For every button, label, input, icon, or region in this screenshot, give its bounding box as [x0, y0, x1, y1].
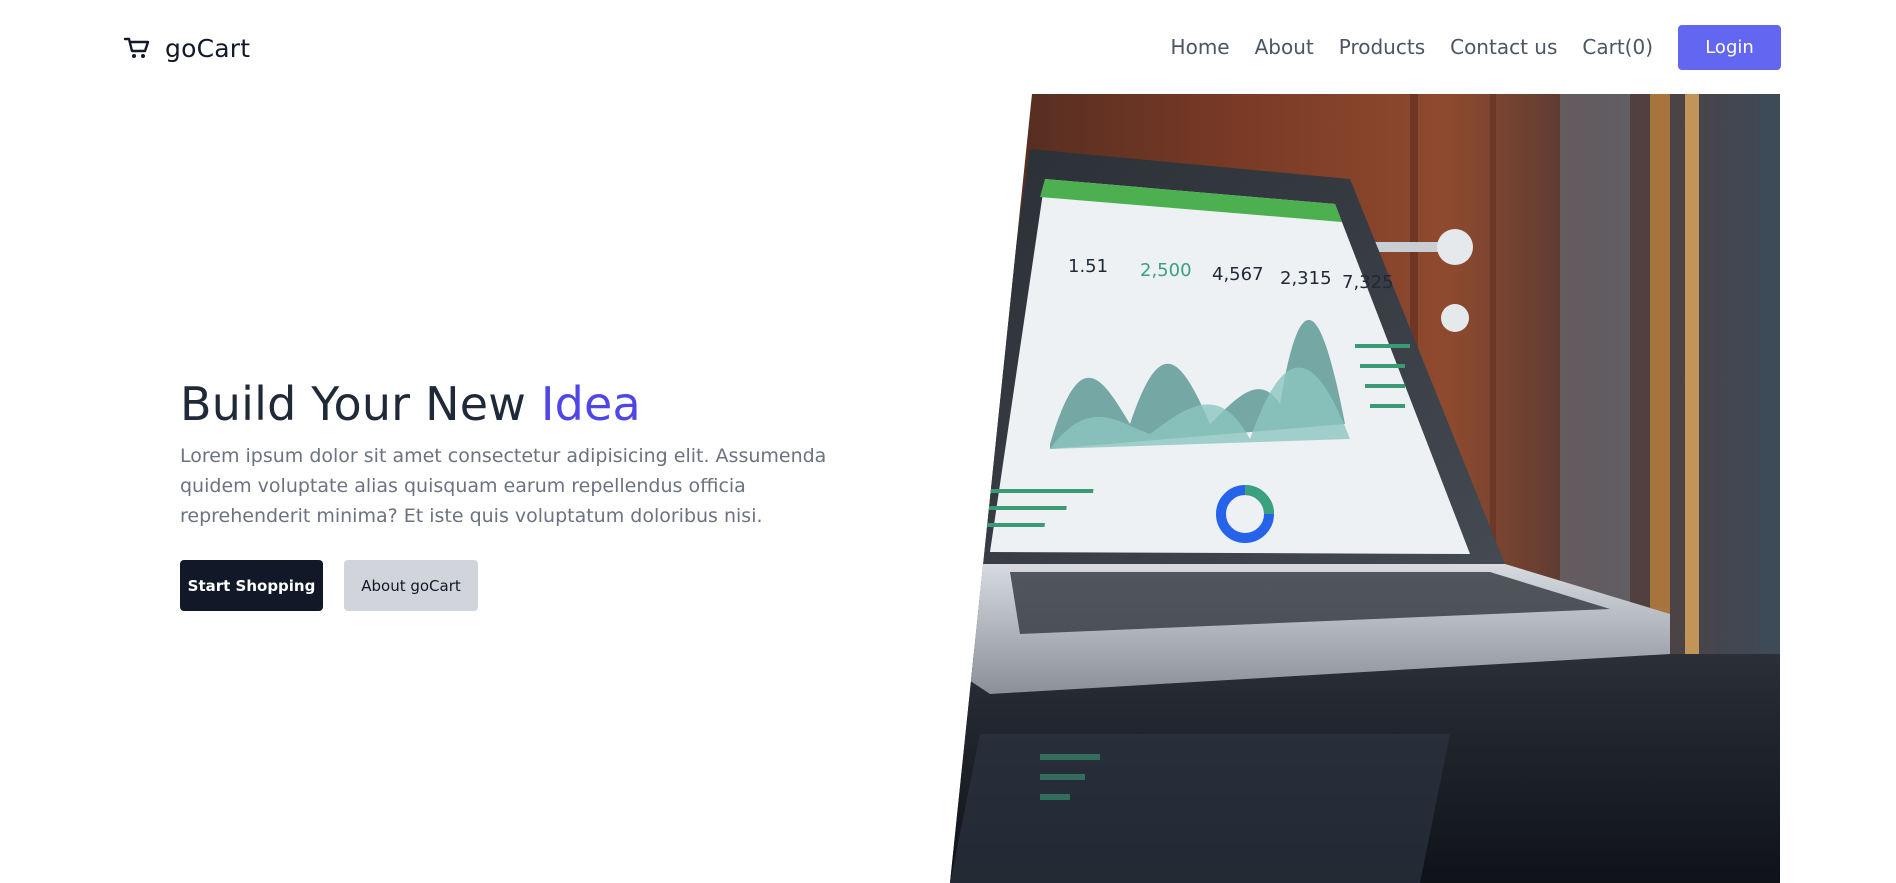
hero-laptop-image: 1.51 2,500 4,567 2,315 7,325: [950, 94, 1780, 883]
hero-title: Build Your New Idea: [180, 377, 641, 431]
brand-name: goCart: [165, 33, 251, 63]
svg-text:4,567: 4,567: [1212, 264, 1264, 285]
laptop-photo-illustration: 1.51 2,500 4,567 2,315 7,325: [950, 94, 1780, 883]
nav-link-home[interactable]: Home: [1171, 35, 1230, 59]
hero-title-main: Build Your New: [180, 377, 527, 431]
nav-link-contact[interactable]: Contact us: [1450, 35, 1557, 59]
hero-actions: Start Shopping About goCart: [180, 560, 478, 611]
nav-link-products[interactable]: Products: [1339, 35, 1425, 59]
about-gocart-button[interactable]: About goCart: [344, 560, 478, 611]
hero-description: Lorem ipsum dolor sit amet consectetur a…: [180, 445, 827, 527]
shopping-cart-icon: [123, 37, 150, 58]
nav-link-about[interactable]: About: [1255, 35, 1314, 59]
brand-logo[interactable]: goCart: [123, 30, 250, 66]
hero-title-accent: Idea: [540, 377, 641, 431]
svg-text:7,325: 7,325: [1342, 272, 1394, 293]
svg-text:2,500: 2,500: [1140, 260, 1192, 281]
svg-text:1.51: 1.51: [1068, 256, 1108, 277]
svg-text:2,315: 2,315: [1280, 268, 1332, 289]
navbar: goCart Home About Products Contact us Ca…: [0, 0, 1896, 94]
nav-link-cart[interactable]: Cart(0): [1582, 35, 1653, 59]
main-menu: Home About Products Contact us Cart(0) L…: [1171, 24, 1781, 70]
start-shopping-button[interactable]: Start Shopping: [180, 560, 323, 611]
login-button[interactable]: Login: [1678, 24, 1781, 70]
